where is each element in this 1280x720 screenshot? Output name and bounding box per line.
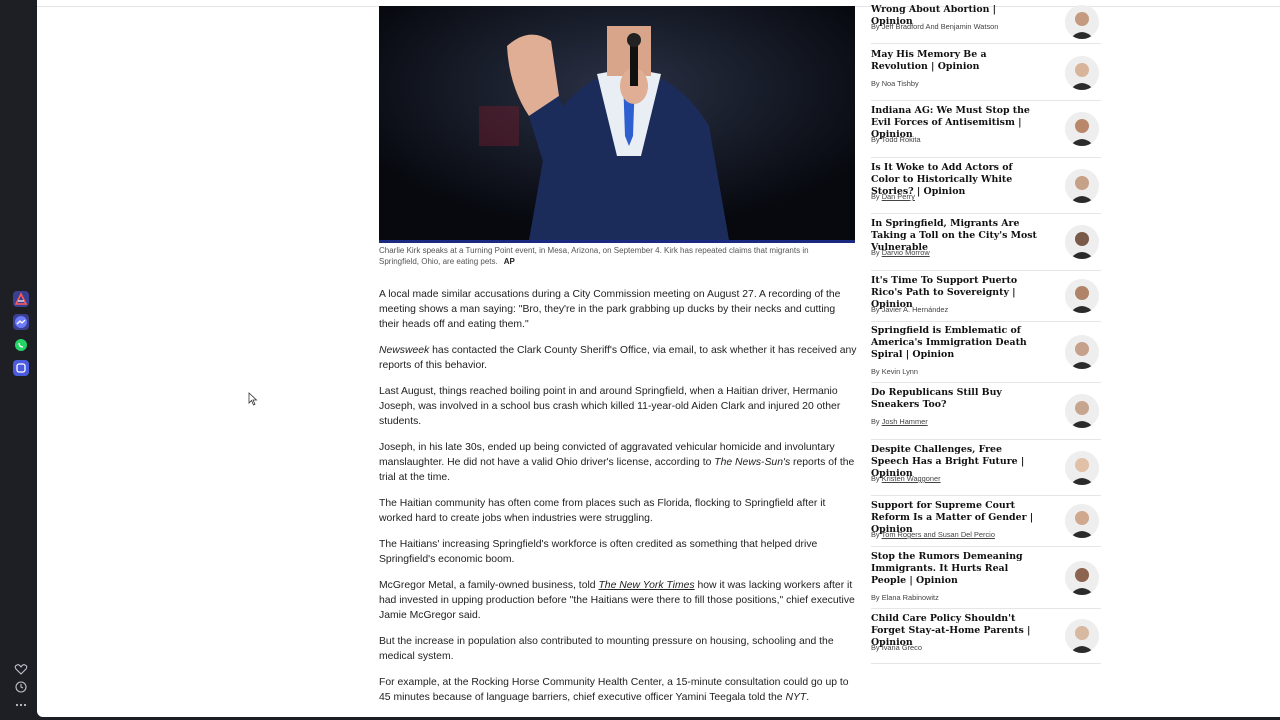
opinion-title-link[interactable]: Springfield is Emblematic of America's I… [871, 325, 1039, 361]
byline-prefix: By [871, 474, 882, 483]
paragraph-text: has contacted the Clark County Sheriff's… [379, 345, 857, 371]
publication-name: The News-Sun's [714, 457, 791, 468]
author-avatar [1065, 394, 1099, 428]
author-name[interactable]: Josh Hammer [882, 417, 928, 426]
byline-prefix: By [871, 367, 882, 376]
byline-prefix: By [871, 643, 882, 652]
author-name: Kevin Lynn [881, 367, 918, 376]
opinion-item[interactable]: Wrong About Abortion | Opinion By Jeff Br… [871, 4, 1101, 44]
analytics-icon[interactable] [13, 291, 29, 307]
clock-icon[interactable] [13, 679, 29, 695]
byline-prefix: By [871, 248, 882, 257]
opinion-item[interactable]: Springfield is Emblematic of America's I… [871, 325, 1101, 383]
publication-name: NYT [785, 692, 807, 703]
mouse-cursor-icon [248, 392, 258, 406]
caption-text: Charlie Kirk speaks at a Turning Point e… [379, 246, 809, 266]
opinion-byline: By Noa Tishby [871, 79, 919, 88]
photo-caption: Charlie Kirk speaks at a Turning Point e… [379, 245, 849, 267]
author-avatar [1065, 560, 1099, 595]
author-avatar [1065, 168, 1099, 203]
opinion-item[interactable]: Do Republicans Still Buy Sneakers Too? By… [871, 387, 1101, 440]
opinion-byline: By Kristen Waggoner [871, 474, 941, 483]
messenger-icon[interactable] [13, 314, 29, 330]
more-icon[interactable] [13, 697, 29, 713]
author-avatar [1065, 334, 1099, 369]
article-paragraph: A local made similar accusations during … [379, 289, 841, 330]
byline-prefix: By [871, 192, 882, 201]
publication-name: Newsweek [379, 345, 430, 356]
author-avatar [1065, 4, 1099, 39]
opinion-byline: By Tom Rogers and Susan Del Percio [871, 530, 995, 539]
author-name: Todd Rokita [881, 135, 921, 144]
author-name: Javier A. Hernández [881, 305, 949, 314]
byline-prefix: By [871, 22, 882, 31]
opinion-byline: By Kevin Lynn [871, 367, 918, 376]
author-name[interactable]: Darvio Morrow [882, 248, 930, 257]
opinion-item[interactable]: Indiana AG: We Must Stop the Evil Forces… [871, 105, 1101, 158]
article-paragraph: The Haitians' increasing Springfield's w… [379, 539, 818, 565]
author-name: Elana Rabinowitz [881, 593, 939, 602]
opinion-byline: By Josh Hammer [871, 417, 928, 426]
author-avatar [1065, 55, 1099, 90]
opinion-byline: By Jeff Bradford And Benjamin Watson [871, 22, 998, 31]
byline-prefix: By [871, 79, 882, 88]
byline-prefix: By [871, 135, 882, 144]
author-avatar [1065, 112, 1099, 146]
author-name[interactable]: Dan Perry [882, 192, 915, 201]
whatsapp-icon[interactable] [13, 337, 29, 353]
opinion-item[interactable]: Despite Challenges, Free Speech Has a Br… [871, 444, 1101, 496]
author-avatar [1065, 450, 1099, 485]
hero-photo [379, 6, 855, 243]
byline-prefix: By [871, 417, 882, 426]
article-paragraph: The Haitian community has often come fro… [379, 498, 826, 524]
article-body: A local made similar accusations during … [379, 287, 857, 716]
article-paragraph: For example, at the Rocking Horse Commun… [379, 675, 857, 705]
article-paragraph: McGregor Metal, a family-owned business,… [379, 578, 857, 623]
opinion-byline: By Todd Rokita [871, 135, 921, 144]
opinion-item[interactable]: Support for Supreme Court Reform Is a Ma… [871, 500, 1101, 547]
opinion-item[interactable]: Is It Woke to Add Actors of Color to His… [871, 162, 1101, 214]
nyt-link[interactable]: The New York Times [598, 580, 694, 591]
author-name: Noa Tishby [881, 79, 919, 88]
opinion-title-link[interactable]: May His Memory Be a Revolution | Opinion [871, 49, 1039, 73]
byline-prefix: By [871, 305, 882, 314]
opinion-item[interactable]: It's Time To Support Puerto Rico's Path … [871, 275, 1101, 322]
opinion-byline: By Dan Perry [871, 192, 915, 201]
author-avatar [1065, 504, 1099, 538]
app-icon[interactable] [13, 360, 29, 376]
article-paragraph: But the increase in population also cont… [379, 636, 834, 662]
author-name: Ivana Greco [881, 643, 922, 652]
opinion-item[interactable]: In Springfield, Migrants Are Taking a To… [871, 218, 1101, 271]
paragraph-text: For example, at the Rocking Horse Commun… [379, 677, 849, 703]
article-paragraph: Joseph, in his late 30s, ended up being … [379, 440, 857, 485]
author-name: Jeff Bradford And Benjamin Watson [881, 22, 999, 31]
article-paragraph: Last August, things reached boiling poin… [379, 386, 841, 427]
opinion-title-link[interactable]: Do Republicans Still Buy Sneakers Too? [871, 387, 1039, 411]
photo-credit: AP [503, 257, 515, 266]
article-paragraph: Newsweek has contacted the Clark County … [379, 343, 857, 373]
opinion-byline: By Javier A. Hernández [871, 305, 948, 314]
opinion-item[interactable]: Stop the Rumors Demeaning Immigrants. It… [871, 551, 1101, 609]
opinion-title-link[interactable]: Stop the Rumors Demeaning Immigrants. It… [871, 551, 1039, 587]
byline-prefix: By [871, 593, 882, 602]
author-avatar [1065, 279, 1099, 313]
paragraph-text: . [806, 692, 810, 703]
opinion-byline: By Darvio Morrow [871, 248, 930, 257]
opinion-byline: By Ivana Greco [871, 643, 922, 652]
browser-sidebar [0, 0, 37, 720]
opinion-item[interactable]: May His Memory Be a Revolution | Opinion… [871, 49, 1101, 101]
author-name[interactable]: Tom Rogers and Susan Del Percio [882, 530, 995, 539]
paragraph-text: McGregor Metal, a family-owned business,… [379, 580, 599, 591]
opinion-item[interactable]: Child Care Policy Shouldn't Forget Stay-… [871, 613, 1101, 664]
author-avatar [1065, 619, 1099, 653]
heart-icon[interactable] [13, 661, 29, 677]
author-avatar [1065, 225, 1099, 259]
opinion-byline: By Elana Rabinowitz [871, 593, 939, 602]
author-name[interactable]: Kristen Waggoner [882, 474, 941, 483]
web-page: Charlie Kirk speaks at a Turning Point e… [37, 0, 1280, 717]
byline-prefix: By [871, 530, 882, 539]
